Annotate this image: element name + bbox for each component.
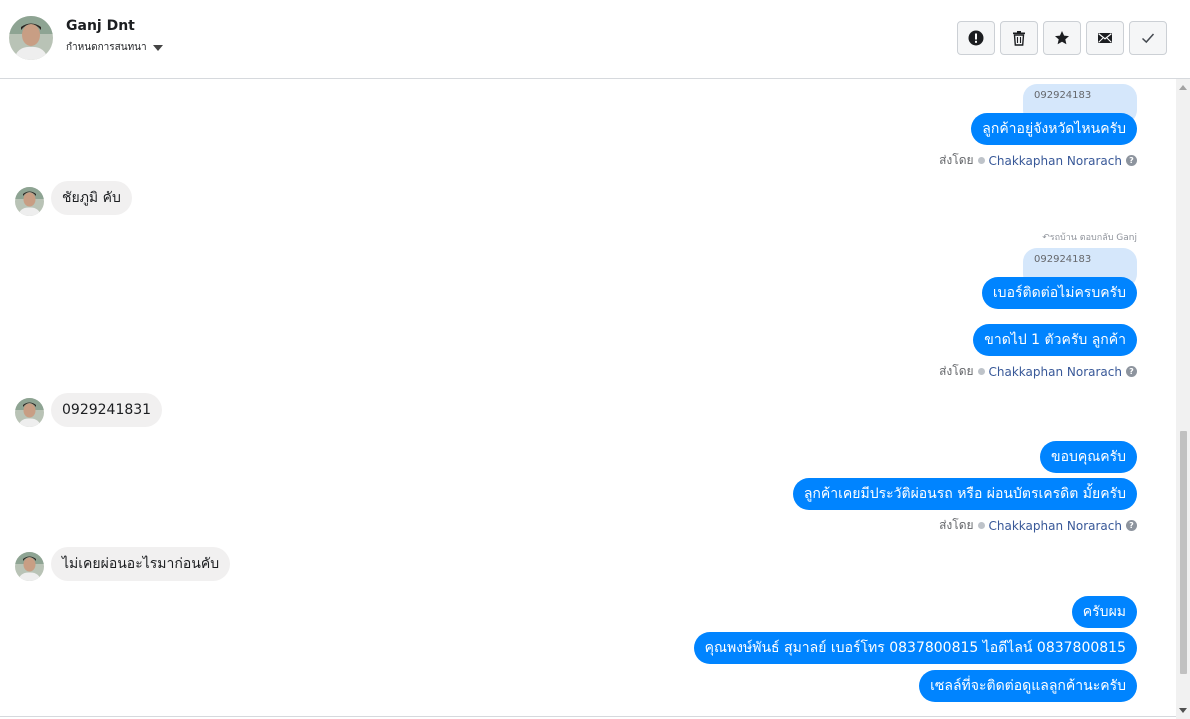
- agent-dot-icon: [977, 522, 985, 529]
- outgoing-message[interactable]: คุณพงษ์พันธ์ สุมาลย์ เบอร์โทร 0837800815…: [693, 632, 1137, 664]
- sent-by-line: ส่งโดย Chakkaphan Norarach ?: [939, 151, 1137, 170]
- star-button[interactable]: [1043, 21, 1081, 55]
- outgoing-message[interactable]: เบอร์ติดต่อไม่ครบครับ: [981, 277, 1137, 309]
- agent-dot-icon: [977, 368, 985, 375]
- outgoing-message[interactable]: ขาดไป 1 ตัวครับ ลูกค้า: [973, 324, 1137, 356]
- reply-arrow-icon: ↶: [1042, 233, 1050, 243]
- outgoing-message[interactable]: ครับผม: [1071, 596, 1137, 628]
- help-icon[interactable]: ?: [1126, 155, 1137, 166]
- star-icon: [1055, 31, 1069, 45]
- quoted-reply-text: 092924183: [1034, 90, 1092, 101]
- envelope-icon: [1098, 33, 1112, 43]
- spam-button[interactable]: [957, 21, 995, 55]
- sent-by-agent-link[interactable]: Chakkaphan Norarach: [989, 365, 1122, 379]
- sender-avatar[interactable]: [15, 552, 44, 581]
- delete-button[interactable]: [1000, 21, 1038, 55]
- reply-note: ↶รถบ้าน ตอบกลับ Ganj: [1042, 230, 1137, 244]
- check-icon: [1141, 33, 1155, 44]
- message-thread[interactable]: 092924183 ลูกค้าอยู่จังหวัดไหนครับ ส่งโด…: [0, 79, 1176, 716]
- scrollbar-thumb[interactable]: [1180, 431, 1187, 674]
- sent-by-agent-link[interactable]: Chakkaphan Norarach: [989, 154, 1122, 168]
- incoming-message[interactable]: ไม่เคยผ่อนอะไรมาก่อนคับ: [51, 547, 231, 581]
- agent-dot-icon: [977, 157, 985, 164]
- contact-avatar[interactable]: [9, 16, 53, 60]
- conversation-header: Ganj Dnt กำหนดการสนทนา: [0, 0, 1190, 79]
- composer-divider: [0, 716, 1176, 717]
- scroll-down-arrow-icon[interactable]: [1179, 708, 1187, 713]
- sent-by-agent-link[interactable]: Chakkaphan Norarach: [989, 519, 1122, 533]
- alert-icon: [968, 30, 984, 46]
- assign-conversation-dropdown[interactable]: กำหนดการสนทนา: [66, 40, 163, 55]
- sent-by-prefix: ส่งโดย: [939, 153, 974, 167]
- sender-avatar[interactable]: [15, 398, 44, 427]
- sent-by-line: ส่งโดย Chakkaphan Norarach ?: [939, 362, 1137, 381]
- outgoing-message[interactable]: เซลล์ที่จะติดต่อดูแลลูกค้านะครับ: [919, 670, 1137, 702]
- mark-unread-button[interactable]: [1086, 21, 1124, 55]
- incoming-message[interactable]: ชัยภูมิ คับ: [51, 181, 132, 215]
- outgoing-message[interactable]: ขอบคุณครับ: [1040, 441, 1137, 473]
- sent-by-line: ส่งโดย Chakkaphan Norarach ?: [939, 516, 1137, 535]
- quoted-reply-text: 092924183: [1034, 254, 1092, 265]
- outgoing-message[interactable]: ลูกค้าเคยมีประวัติผ่อนรถ หรือ ผ่อนบัตรเค…: [792, 478, 1137, 510]
- scroll-up-arrow-icon[interactable]: [1179, 85, 1187, 90]
- outgoing-message[interactable]: ลูกค้าอยู่จังหวัดไหนครับ: [971, 113, 1137, 145]
- help-icon[interactable]: ?: [1126, 366, 1137, 377]
- header-actions: [957, 21, 1167, 55]
- incoming-message[interactable]: 0929241831: [51, 393, 163, 427]
- mark-done-button[interactable]: [1129, 21, 1167, 55]
- sent-by-prefix: ส่งโดย: [939, 364, 974, 378]
- help-icon[interactable]: ?: [1126, 520, 1137, 531]
- contact-name: Ganj Dnt: [66, 18, 135, 34]
- caret-down-icon: [152, 45, 163, 51]
- thread-scrollbar[interactable]: [1176, 79, 1190, 719]
- sent-by-prefix: ส่งโดย: [939, 518, 974, 532]
- sender-avatar[interactable]: [15, 187, 44, 216]
- trash-icon: [1013, 31, 1025, 46]
- assign-label: กำหนดการสนทนา: [66, 42, 147, 53]
- reply-note-text: รถบ้าน ตอบกลับ Ganj: [1049, 233, 1137, 243]
